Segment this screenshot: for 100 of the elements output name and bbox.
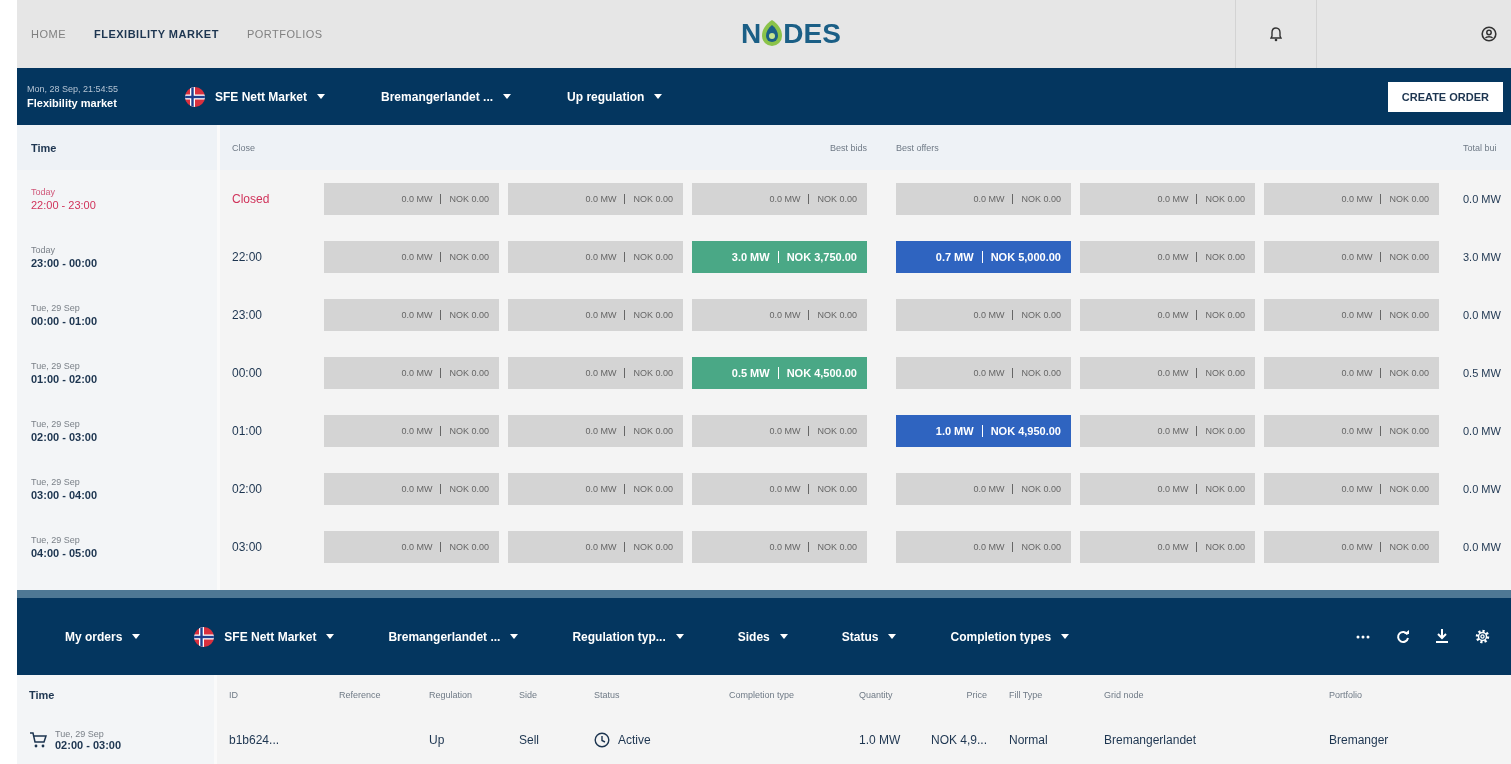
order-cell[interactable]: 0.7 MW NOK 5,000.00 (896, 241, 1071, 273)
order-cell[interactable]: 0.0 MW NOK 0.00 (508, 473, 683, 505)
order-cell[interactable]: 0.0 MW NOK 0.00 (508, 299, 683, 331)
date-label: Tue, 29 Sep (55, 728, 105, 739)
time-range: 03:00 - 04:00 (31, 489, 99, 501)
filter-dropdown[interactable]: Sides (729, 620, 796, 653)
column-header: Status (594, 690, 620, 700)
order-cell[interactable]: 0.0 MW NOK 0.00 (1264, 531, 1439, 563)
nav-link[interactable]: PORTFOLIOS (246, 28, 323, 40)
close-time: 00:00 (232, 366, 263, 380)
date-label: Tue, 29 Sep (31, 419, 81, 429)
flag-icon (194, 626, 215, 647)
caret-icon (1061, 634, 1070, 639)
order-cell[interactable]: 0.0 MW NOK 0.00 (1080, 299, 1255, 331)
order-cell[interactable]: 0.0 MW NOK 0.00 (1080, 473, 1255, 505)
create-order-button[interactable]: CREATE ORDER (1387, 81, 1503, 112)
time-range: 02:00 - 03:00 (31, 431, 99, 443)
cart-icon (29, 731, 47, 748)
order-cell[interactable]: 0.0 MW NOK 0.00 (692, 473, 867, 505)
order-cell[interactable]: 0.0 MW NOK 0.00 (896, 183, 1071, 215)
order-cell[interactable]: 0.0 MW NOK 0.00 (324, 531, 499, 563)
order-cell[interactable]: 0.5 MW NOK 4,500.00 (692, 357, 867, 389)
order-cell[interactable]: 0.0 MW NOK 0.00 (1080, 357, 1255, 389)
order-cell[interactable]: 3.0 MW NOK 3,750.00 (692, 241, 867, 273)
order-cell[interactable]: 0.0 MW NOK 0.00 (508, 357, 683, 389)
order-cell[interactable]: 0.0 MW NOK 0.00 (1080, 241, 1255, 273)
logo-text: DES (783, 18, 841, 50)
column-header: Reference (339, 690, 381, 700)
order-cell[interactable]: 0.0 MW NOK 0.00 (692, 415, 867, 447)
time-range: 00:00 - 01:00 (31, 315, 99, 327)
column-header: Total bui (1463, 142, 1497, 153)
page-title: Flexibility market (27, 97, 118, 109)
order-cell[interactable]: 0.0 MW NOK 0.00 (692, 299, 867, 331)
user-account-icon[interactable] (1481, 26, 1497, 42)
total-value: 3.0 MW (1463, 251, 1501, 263)
order-cell[interactable]: 0.0 MW NOK 0.00 (692, 531, 867, 563)
order-cell[interactable]: 0.0 MW NOK 0.00 (1264, 299, 1439, 331)
caret-icon (503, 94, 512, 99)
order-cell[interactable]: 0.0 MW NOK 0.00 (1264, 473, 1439, 505)
column-header: Price (966, 690, 987, 700)
order-cell[interactable]: 0.0 MW NOK 0.00 (1264, 241, 1439, 273)
column-header: Side (519, 690, 537, 700)
close-time: 01:00 (232, 424, 263, 438)
order-cell[interactable]: 0.0 MW NOK 0.00 (324, 183, 499, 215)
notification-bell-icon[interactable] (1270, 26, 1282, 42)
total-value: 0.0 MW (1463, 425, 1501, 437)
order-cell[interactable]: 0.0 MW NOK 0.00 (896, 473, 1071, 505)
filter-dropdown[interactable]: SFE Nett Market (186, 620, 343, 653)
order-cell[interactable]: 0.0 MW NOK 0.00 (324, 241, 499, 273)
filter-dropdown[interactable]: Bremangerlandet ... (373, 80, 520, 113)
nav-link[interactable]: HOME (31, 28, 66, 40)
order-cell[interactable]: 0.0 MW NOK 0.00 (692, 183, 867, 215)
date-label: Tue, 29 Sep (31, 303, 81, 313)
order-cell[interactable]: 0.0 MW NOK 0.00 (896, 299, 1071, 331)
refresh-icon[interactable] (1396, 629, 1410, 644)
order-cell[interactable]: 1.0 MW NOK 4,950.00 (896, 415, 1071, 447)
order-cell[interactable]: 0.0 MW NOK 0.00 (1264, 357, 1439, 389)
order-cell[interactable]: 0.0 MW NOK 0.00 (896, 357, 1071, 389)
date-label: Tue, 29 Sep (31, 477, 81, 487)
total-value: 0.0 MW (1463, 193, 1501, 205)
order-cell[interactable]: 0.0 MW NOK 0.00 (324, 473, 499, 505)
filter-dropdown[interactable]: Regulation typ... (564, 620, 692, 653)
time-range: 23:00 - 00:00 (31, 257, 99, 269)
nav-link[interactable]: FLEXIBILITY MARKET (94, 28, 219, 40)
time-range: 01:00 - 02:00 (31, 373, 99, 385)
close-time: 02:00 (232, 482, 263, 496)
more-options-icon[interactable] (1356, 634, 1370, 639)
timestamp: Mon, 28 Sep, 21:54:55 (27, 84, 120, 94)
settings-icon[interactable] (1474, 628, 1491, 645)
logo-icon (761, 19, 784, 49)
total-value: 0.0 MW (1463, 541, 1501, 553)
filter-dropdown[interactable]: My orders (57, 620, 149, 653)
column-header: Time (31, 141, 58, 154)
total-value: 0.0 MW (1463, 309, 1501, 321)
order-cell[interactable]: 0.0 MW NOK 0.00 (508, 531, 683, 563)
filter-dropdown[interactable]: Completion types (942, 620, 1078, 653)
filter-dropdown[interactable]: Status (833, 620, 905, 653)
order-cell[interactable]: 0.0 MW NOK 0.00 (324, 299, 499, 331)
table-cell: Up (429, 732, 445, 747)
caret-icon (779, 634, 788, 639)
order-cell[interactable]: 0.0 MW NOK 0.00 (324, 415, 499, 447)
filter-dropdown[interactable]: Bremangerlandet ... (380, 620, 527, 653)
order-cell[interactable]: 0.0 MW NOK 0.00 (324, 357, 499, 389)
order-cell[interactable]: 0.0 MW NOK 0.00 (508, 183, 683, 215)
order-cell[interactable]: 0.0 MW NOK 0.00 (1264, 415, 1439, 447)
order-cell[interactable]: 0.0 MW NOK 0.00 (896, 531, 1071, 563)
order-cell[interactable]: 0.0 MW NOK 0.00 (1080, 415, 1255, 447)
order-cell[interactable]: 0.0 MW NOK 0.00 (1264, 183, 1439, 215)
order-cell[interactable]: 0.0 MW NOK 0.00 (508, 415, 683, 447)
filter-dropdown[interactable]: Up regulation (559, 80, 671, 113)
order-cell[interactable]: 0.0 MW NOK 0.00 (1080, 531, 1255, 563)
column-header: Completion type (729, 690, 795, 700)
order-cell[interactable]: 0.0 MW NOK 0.00 (508, 241, 683, 273)
close-time: 23:00 (232, 308, 263, 322)
filter-dropdown[interactable]: SFE Nett Market (177, 80, 334, 113)
order-cell[interactable]: 0.0 MW NOK 0.00 (1080, 183, 1255, 215)
column-header: Best offers (896, 142, 939, 153)
caret-icon (510, 634, 519, 639)
download-icon[interactable] (1436, 629, 1448, 644)
table-cell: 1.0 MW (859, 732, 901, 747)
